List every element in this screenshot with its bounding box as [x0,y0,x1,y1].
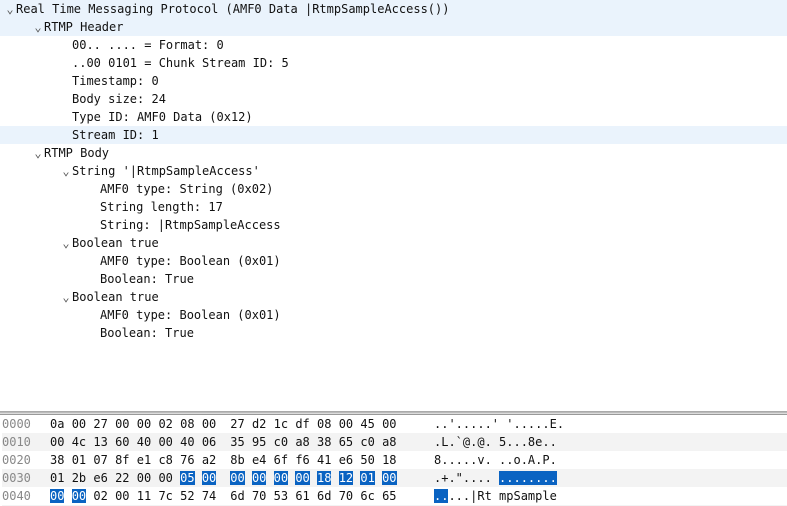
tree-row[interactable]: ⌄Real Time Messaging Protocol (AMF0 Data… [0,0,787,18]
packet-details-tree[interactable]: ⌄Real Time Messaging Protocol (AMF0 Data… [0,0,787,412]
tree-row[interactable]: ⌄String '|RtmpSampleAccess' [0,162,787,180]
hex-row[interactable]: 003001 2b e6 22 00 00 05 00 00 00 00 00 … [2,469,787,487]
hex-offset: 0000 [2,415,50,433]
hex-offset: 0040 [2,487,50,505]
tree-row[interactable]: ..00 0101 = Chunk Stream ID: 5 [0,54,787,72]
hex-ascii[interactable]: ..'.....' '.....E. [434,415,564,433]
tree-label: AMF0 type: Boolean (0x01) [100,306,281,324]
tree-row[interactable]: AMF0 type: String (0x02) [0,180,787,198]
tree-row[interactable]: Boolean: True [0,270,787,288]
hex-offset: 0010 [2,433,50,451]
tree-label: String '|RtmpSampleAccess' [72,162,260,180]
hex-row[interactable]: 002038 01 07 8f e1 c8 76 a2 8b e4 6f f6 … [2,451,787,469]
expander-icon[interactable]: ⌄ [60,162,72,180]
tree-label: Boolean: True [100,270,194,288]
tree-label: AMF0 type: Boolean (0x01) [100,252,281,270]
tree-row[interactable]: AMF0 type: Boolean (0x01) [0,306,787,324]
tree-row[interactable]: Boolean: True [0,324,787,342]
tree-row[interactable]: ⌄RTMP Header [0,18,787,36]
tree-label: Type ID: AMF0 Data (0x12) [72,108,253,126]
hex-ascii[interactable]: .+.".... ........ [434,469,557,487]
expander-icon[interactable]: ⌄ [60,288,72,306]
tree-row[interactable]: ⌄Boolean true [0,234,787,252]
tree-label: Boolean true [72,288,159,306]
tree-row[interactable]: Stream ID: 1 [0,126,787,144]
tree-row[interactable]: String: |RtmpSampleAccess [0,216,787,234]
hex-row[interactable]: 001000 4c 13 60 40 00 40 06 35 95 c0 a8 … [2,433,787,451]
expander-icon[interactable]: ⌄ [32,144,44,162]
tree-label: 00.. .... = Format: 0 [72,36,224,54]
hex-offset: 0030 [2,469,50,487]
expander-icon[interactable]: ⌄ [60,234,72,252]
expander-icon[interactable]: ⌄ [4,0,16,18]
hex-bytes[interactable]: 00 4c 13 60 40 00 40 06 35 95 c0 a8 38 6… [50,433,420,451]
hex-row[interactable]: 004000 00 02 00 11 7c 52 74 6d 70 53 61 … [2,487,787,505]
tree-label: RTMP Header [44,18,123,36]
packet-bytes-pane[interactable]: 00000a 00 27 00 00 02 08 00 27 d2 1c df … [0,415,787,506]
tree-label: Body size: 24 [72,90,166,108]
tree-label: Timestamp: 0 [72,72,159,90]
hex-bytes[interactable]: 01 2b e6 22 00 00 05 00 00 00 00 00 18 1… [50,469,420,487]
tree-row[interactable]: ⌄Boolean true [0,288,787,306]
expander-icon[interactable]: ⌄ [32,18,44,36]
hex-bytes[interactable]: 0a 00 27 00 00 02 08 00 27 d2 1c df 08 0… [50,415,420,433]
tree-row[interactable]: String length: 17 [0,198,787,216]
tree-label: Real Time Messaging Protocol (AMF0 Data … [16,0,449,18]
hex-ascii[interactable]: .L.`@.@. 5...8e.. [434,433,557,451]
tree-label: AMF0 type: String (0x02) [100,180,273,198]
tree-label: RTMP Body [44,144,109,162]
tree-row[interactable]: 00.. .... = Format: 0 [0,36,787,54]
tree-label: String length: 17 [100,198,223,216]
tree-row[interactable]: Type ID: AMF0 Data (0x12) [0,108,787,126]
tree-row[interactable]: Timestamp: 0 [0,72,787,90]
tree-label: Stream ID: 1 [72,126,159,144]
tree-label: Boolean true [72,234,159,252]
hex-bytes[interactable]: 38 01 07 8f e1 c8 76 a2 8b e4 6f f6 41 e… [50,451,420,469]
tree-label: Boolean: True [100,324,194,342]
tree-label: String: |RtmpSampleAccess [100,216,281,234]
tree-label: ..00 0101 = Chunk Stream ID: 5 [72,54,289,72]
hex-row[interactable]: 00000a 00 27 00 00 02 08 00 27 d2 1c df … [2,415,787,433]
hex-ascii[interactable]: 8.....v. ..o.A.P. [434,451,557,469]
tree-row[interactable]: AMF0 type: Boolean (0x01) [0,252,787,270]
hex-offset: 0020 [2,451,50,469]
tree-row[interactable]: ⌄RTMP Body [0,144,787,162]
hex-bytes[interactable]: 00 00 02 00 11 7c 52 74 6d 70 53 61 6d 7… [50,487,420,505]
tree-row[interactable]: Body size: 24 [0,90,787,108]
hex-ascii[interactable]: .....|Rt mpSample [434,487,557,505]
